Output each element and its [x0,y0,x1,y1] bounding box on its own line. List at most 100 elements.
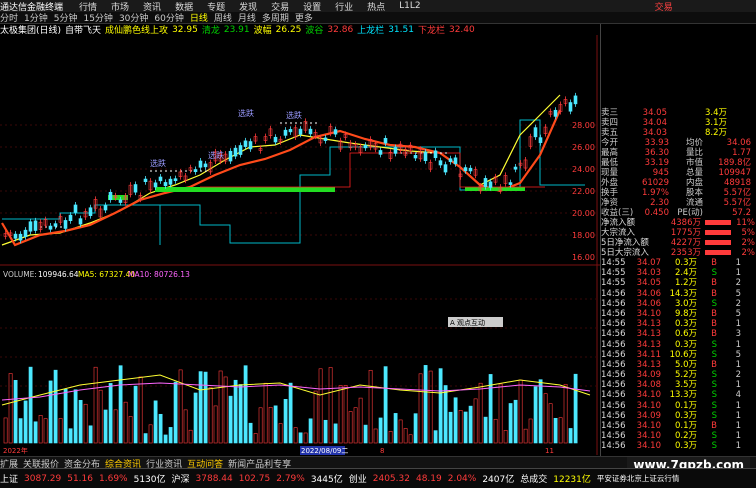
stat-value: 34.06 [726,138,751,148]
ask-row[interactable]: 卖三 34.05 3.4万 [601,108,756,118]
candle-body [68,214,73,222]
stat-value: 33.93 [644,138,669,148]
tick-row: 14:56 34.06 3.0万 S 2 [601,299,756,309]
tick-side: B [711,308,717,319]
flow-block: 净流入额 4386万 11% 大宗流入 1775万 5% 5日净流入额 4227万 2% 5日大宗… [601,218,756,258]
tick-row: 14:56 34.09 0.3万 S 1 [601,411,756,421]
flow-pct: 5% [741,228,756,238]
index-cy-name[interactable]: 创业 [349,472,367,485]
tick-row: 14:55 34.07 0.3万 B 1 [601,258,756,268]
volume-bar [413,413,418,444]
tick-side: S [711,339,717,350]
stat-row: 收益(三) 0.450 PE(动) 57.2 [601,208,756,218]
stat-label: PE(动) [677,208,703,218]
menu-item-hot[interactable]: 热点 [367,0,385,13]
index-hs-name[interactable]: 沪深 [172,472,190,485]
flow-value: 2353万 [670,248,701,258]
tick-side: S [711,410,717,421]
candle-body [163,182,168,187]
volume-bar [323,419,328,444]
kline-chart[interactable]: 28.00 26.00 24.00 22.00 20.00 18.00 16.0… [0,35,600,455]
ask-volume: 3.1万 [704,118,727,128]
candle-body [203,163,208,168]
tick-list[interactable]: 14:55 34.07 0.3万 B 1 14:55 34.03 2.4万 S 1 14:55 34.… [601,258,756,452]
tick-side: S [711,400,717,411]
price-tick: 18.00 [572,231,595,240]
tick-row: 14:56 34.10 0.2万 S 1 [601,431,756,441]
tick-price: 34.10 [636,390,661,401]
tick-side: S [711,268,717,279]
tick-volume: 0.2万 [674,431,697,442]
tick-side: S [711,390,717,401]
tick-row: 14:56 34.13 0.6万 B 3 [601,329,756,339]
candle-body [103,205,108,211]
ask-price: 34.03 [642,128,667,138]
volume-bar [88,425,93,444]
flow-row: 大宗流入 1775万 5% [601,228,756,238]
stat-row: 现量 945 总量 109947 [601,168,756,178]
candle-body [78,218,83,225]
status-bar: 上证 3087.29 51.16 1.69% 5130亿 沪深 3788.44 … [0,468,756,488]
volume-bar [13,380,18,444]
tick-side: S [711,298,717,309]
index-sh-name[interactable]: 上证 [0,472,18,485]
tick-price: 34.09 [636,410,661,421]
volume-bar [243,365,248,444]
stat-label: 今开 [601,138,619,148]
menu-trade-button[interactable]: 交易 [655,0,673,13]
tick-row: 14:56 34.10 0.3万 S 1 [601,441,756,451]
tick-price: 34.13 [636,329,661,340]
tick-price: 34.03 [636,268,661,279]
tick-row: 14:56 34.13 0.3万 S 1 [601,340,756,350]
tick-count: 3 [735,329,741,340]
candle-body [298,128,303,135]
candle-body [13,233,18,239]
volume-bar [553,417,558,444]
ask-row[interactable]: 卖四 34.04 3.1万 [601,118,756,128]
stat-label: 最高 [601,148,619,158]
index-cy-change: 48.19 [415,473,442,484]
ask-row[interactable]: 卖五 34.03 8.2万 [601,128,756,138]
volume-bar [463,411,468,444]
date-label: 2022/08/09二 [301,447,348,455]
tick-side: B [711,288,717,299]
tick-row: 14:56 34.11 10.6万 S 5 [601,350,756,360]
date-label: 2022年 [3,446,28,455]
indicator-value-4: 32.86 [327,24,354,35]
tick-volume: 0.3万 [674,258,697,268]
menu-item-l1l2[interactable]: L1L2 [399,1,420,11]
indicator-value-1: 32.95 [172,24,198,35]
stat-label: 现量 [601,168,619,178]
volume-bar [483,416,488,444]
stat-row: 最低 33.19 市值 189.8亿 [601,158,756,168]
volume-bar [53,369,58,444]
stat-row: 今开 33.93 均价 34.06 [601,138,756,148]
tick-volume: 14.3万 [669,288,697,299]
index-hs-change: 102.75 [238,473,271,484]
candle-body [18,233,23,241]
stat-label: 内盘 [685,178,703,188]
ask-price: 34.05 [642,108,667,118]
candle-body [423,151,428,162]
stat-value: 36.30 [644,148,669,158]
candle-body [413,155,418,159]
stat-row: 净资 2.30 流通 5.57亿 [601,198,756,208]
tick-time: 14:56 [601,421,626,431]
volume-bar [143,433,148,444]
index-hs-amount: 3445亿 [310,475,343,485]
tick-time: 14:56 [601,288,626,299]
flow-label: 净流入额 [601,218,636,228]
volume-bar [448,411,453,444]
tick-row: 14:56 34.08 3.5万 S 1 [601,380,756,390]
menu-item-industry[interactable]: 行业 [335,0,353,13]
stat-label: 流通 [685,198,703,208]
volume-bar [238,384,243,444]
stat-label: 股本 [685,188,703,198]
tick-count: 1 [735,410,741,421]
candle-body [393,147,398,154]
tick-time: 14:56 [601,390,626,401]
volume-bar [198,371,203,444]
tick-row: 14:56 34.10 9.8万 B 5 [601,309,756,319]
volume-bar [133,385,138,444]
candle-body [513,166,518,170]
